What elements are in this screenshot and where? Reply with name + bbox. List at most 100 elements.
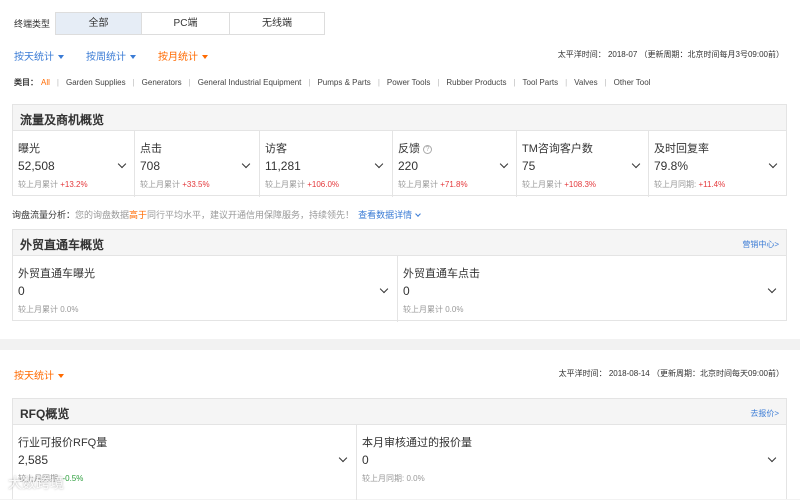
terminal-option-wireless[interactable]: 无线端 [230,13,324,34]
rfq-period-dropdown[interactable]: 按天统计 [14,367,64,382]
traffic-overview-card: 流量及商机概览 曝光 52,508 较上月累计 +13.2% 点击 708 较上… [12,104,787,197]
metric-comparison: 较上月累计 +106.0% [265,180,340,189]
caret-down-icon [130,55,136,60]
chevron-down-icon[interactable] [338,453,348,463]
metric-value: 708 [140,159,161,173]
metric-cell-rfq-available: 行业可报价RFQ量 2,585 较上月同期: -0.5% [13,425,357,500]
terminal-type-label: 终端类型 [14,19,51,29]
watermark: 大数跨境 [8,475,64,491]
rfq-period-label: 按天统计 [14,371,54,382]
terminal-type-selector: 全部 PC端 无线端 [55,12,325,35]
category-valves[interactable]: Valves [574,78,597,87]
metric-cell-visitors: 访客 11,281 较上月累计 +106.0% [260,131,393,197]
metric-label: 及时回复率 [654,143,709,155]
rfq-panel: 按天统计 太平洋时间： 2018-08-14 （更新周期：北京时间每天09:00… [0,350,800,500]
p4p-overview-title: 外贸直通车概览 [20,238,105,252]
metric-cell-clicks: 点击 708 较上月累计 +33.5% [135,131,260,197]
metric-comparison: 较上月累计 +108.3% [522,180,597,189]
metric-cell-exposure: 曝光 52,508 较上月累计 +13.2% [13,131,135,197]
rfq-overview-card: RFQ概览 去报价> 行业可报价RFQ量 2,585 较上月同期: -0.5% … [12,398,787,500]
metric-value: 2,585 [18,453,49,467]
metric-label: 本月审核通过的报价量 [362,437,472,449]
time-info: 太平洋时间： 2018-07 （更新周期：北京时间每月3号09:00前） [557,50,784,59]
view-details-link[interactable]: 查看数据详情 [358,210,412,220]
category-pumps-parts[interactable]: Pumps & Parts [317,78,370,87]
chevron-down-icon[interactable] [379,284,389,294]
rfq-overview-header: RFQ概览 去报价> [13,399,786,425]
category-other-tool[interactable]: Other Tool [614,78,651,87]
period-daily-label: 按天统计 [14,52,54,63]
chevron-down-icon[interactable] [767,453,777,463]
metric-comparison: 较上月累计 +71.8% [398,180,468,189]
metric-label: 行业可报价RFQ量 [18,437,108,449]
traffic-overview-title: 流量及商机概览 [20,113,105,127]
caret-down-icon [202,55,208,60]
inquiry-analysis: 询盘流量分析：您的询盘数据高于同行平均水平，建议开通信用保障服务，持续领先！ 查看… [12,208,421,221]
category-power-tools[interactable]: Power Tools [387,78,430,87]
metric-cell-feedback: 反馈? 220 较上月累计 +71.8% [393,131,517,197]
metric-label: 点击 [140,143,162,155]
metric-value: 52,508 [18,159,55,173]
chevron-down-icon[interactable] [768,159,778,169]
metric-label: TM咨询客户数 [522,143,593,155]
help-icon[interactable]: ? [423,144,432,154]
chevron-down-icon[interactable] [631,159,641,169]
metric-cell-reply-rate: 及时回复率 79.8% 较上月同期: +11.4% [649,131,786,197]
terminal-option-all[interactable]: 全部 [56,13,142,34]
category-label: 类目： [14,78,38,87]
category-general-industrial-equipment[interactable]: General Industrial Equipment [198,78,302,87]
category-rubber-products[interactable]: Rubber Products [446,78,506,87]
metric-cell-rfq-approved: 本月审核通过的报价量 0 较上月同期: 0.0% [357,425,786,500]
metric-value: 79.8% [654,159,689,173]
period-weekly-dropdown[interactable]: 按周统计 [86,48,136,63]
metric-cell-p4p-clicks: 外贸直通车点击 0 较上月累计 0.0% [398,256,786,322]
period-daily-dropdown[interactable]: 按天统计 [14,48,64,63]
metric-label: 外贸直通车点击 [403,268,480,280]
metric-cell-p4p-exposure: 外贸直通车曝光 0 较上月累计 0.0% [13,256,398,322]
metric-label: 外贸直通车曝光 [18,268,95,280]
metric-comparison: 较上月同期: 0.0% [362,474,425,483]
metric-value: 0 [362,453,369,467]
chevron-down-icon[interactable] [374,159,384,169]
metric-label: 访客 [265,143,287,155]
metric-comparison: 较上月累计 0.0% [18,305,79,314]
metric-comparison: 较上月累计 +33.5% [140,180,210,189]
caret-down-icon [58,374,64,379]
period-weekly-label: 按周统计 [86,52,126,63]
chevron-down-icon[interactable] [767,284,777,294]
rfq-overview-title: RFQ概览 [20,407,70,421]
marketing-center-link[interactable]: 营销中心> [742,239,779,250]
metric-cell-tm-inquiries: TM咨询客户数 75 较上月累计 +108.3% [517,131,649,197]
traffic-overview-header: 流量及商机概览 [13,105,786,131]
analysis-label: 询盘流量分析： [12,210,76,220]
terminal-option-pc[interactable]: PC端 [142,13,230,34]
metric-label: 反馈? [398,140,432,156]
metric-value: 0 [18,284,25,298]
p4p-overview-header: 外贸直通车概览 营销中心> [13,230,786,256]
chevron-down-icon[interactable] [499,159,509,169]
p4p-overview-card: 外贸直通车概览 营销中心> 外贸直通车曝光 0 较上月累计 0.0% 外贸直通车… [12,229,787,322]
chevron-down-icon[interactable] [117,159,127,169]
rfq-time-info: 太平洋时间： 2018-08-14 （更新周期：北京时间每天09:00前） [558,369,784,378]
category-filter: 类目： All | Garden Supplies | Generators |… [14,78,651,87]
category-tool-parts[interactable]: Tool Parts [523,78,559,87]
category-all[interactable]: All [41,78,50,87]
metric-label: 曝光 [18,143,40,155]
metric-value: 11,281 [265,159,301,173]
metric-value: 220 [398,159,419,173]
caret-down-icon [58,55,64,60]
traffic-panel: 终端类型 全部 PC端 无线端 按天统计 按周统计 按月统计 太平洋时间： 20… [0,0,800,339]
metric-value: 75 [522,159,536,173]
chevron-down-icon[interactable] [241,159,251,169]
metric-comparison: 较上月同期: +11.4% [654,180,726,189]
chevron-down-icon[interactable] [415,211,421,217]
metric-value: 0 [403,284,410,298]
analysis-highlight: 高于 [129,210,148,220]
category-generators[interactable]: Generators [142,78,182,87]
period-monthly-label: 按月统计 [158,52,198,63]
metric-comparison: 较上月累计 +13.2% [18,180,88,189]
category-garden-supplies[interactable]: Garden Supplies [66,78,126,87]
period-monthly-dropdown[interactable]: 按月统计 [158,48,208,63]
metric-comparison: 较上月累计 0.0% [403,305,464,314]
go-quote-link[interactable]: 去报价> [750,408,779,419]
